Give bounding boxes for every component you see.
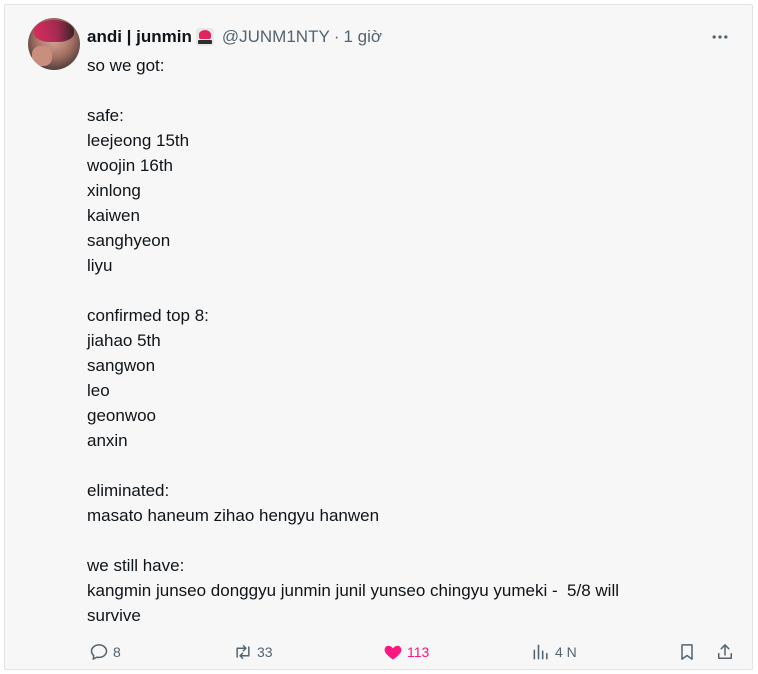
more-options-button[interactable]: [708, 25, 732, 49]
author-name[interactable]: andi | junmin: [87, 27, 192, 47]
retweet-count: 33: [257, 644, 273, 660]
tweet-text-line: woojin 16th: [87, 156, 174, 175]
tweet-text-line: sangwon: [87, 356, 156, 375]
views-button[interactable]: 4 N: [531, 640, 577, 664]
reply-button[interactable]: 8: [89, 640, 121, 664]
analytics-icon: [533, 644, 548, 660]
tweet-text-line: survive: [87, 606, 141, 625]
tweet-text-line: confirmed top 8:: [87, 306, 209, 325]
tweet-card[interactable]: andi | junmin @JUNM1NTY · 1 giờ so we go…: [4, 4, 753, 670]
author-handle[interactable]: @JUNM1NTY: [222, 27, 330, 47]
retweet-icon: [236, 645, 250, 659]
share-button[interactable]: [715, 640, 735, 664]
tweet-timestamp[interactable]: 1 giờ: [343, 27, 382, 47]
tweet-text-line: kangmin junseo donggyu junmin junil yuns…: [87, 581, 620, 600]
views-count: 4 N: [555, 644, 577, 660]
like-count: 113: [407, 644, 430, 660]
tweet-text-line: eliminated:: [87, 481, 170, 500]
tweet-text-line: jiahao 5th: [87, 331, 161, 350]
avatar-hair-shape: [34, 20, 74, 42]
tweet-text: so we got: safe: leejeong 15th woojin 16th x…: [87, 53, 727, 628]
tweet-text-line: sanghyeon: [87, 231, 171, 250]
tweet-text-line: safe:: [87, 106, 124, 125]
more-horizontal-icon: [712, 35, 728, 39]
reply-icon: [90, 644, 108, 660]
sushi-emoji-icon: [195, 28, 214, 46]
bookmark-button[interactable]: [677, 640, 697, 664]
separator-dot: ·: [333, 27, 340, 46]
tweet-text-line: xinlong: [87, 181, 141, 200]
avatar[interactable]: [28, 18, 80, 70]
tweet-text-line: anxin: [87, 431, 128, 450]
bookmark-icon: [681, 644, 693, 660]
tweet-text-line: liyu: [87, 256, 113, 275]
tweet-text-line: so we got:: [87, 56, 165, 75]
action-bar: 8 33 113 4 N: [87, 640, 739, 664]
tweet-text-line: kaiwen: [87, 206, 140, 225]
tweet-text-line: leejeong 15th: [87, 131, 190, 150]
share-icon: [718, 644, 732, 659]
tweet-text-line: we still have:: [87, 556, 185, 575]
avatar-hand-shape: [32, 46, 52, 66]
reply-count: 8: [113, 644, 121, 660]
tweet-text-line: geonwoo: [87, 406, 157, 425]
heart-icon: [384, 645, 402, 660]
tweet-header: andi | junmin @JUNM1NTY · 1 giờ: [87, 25, 382, 49]
retweet-button[interactable]: 33: [233, 640, 273, 664]
tweet-text-line: leo: [87, 381, 110, 400]
like-button[interactable]: 113: [383, 640, 429, 664]
tweet-text-line: masato haneum zihao hengyu hanwen: [87, 506, 380, 525]
